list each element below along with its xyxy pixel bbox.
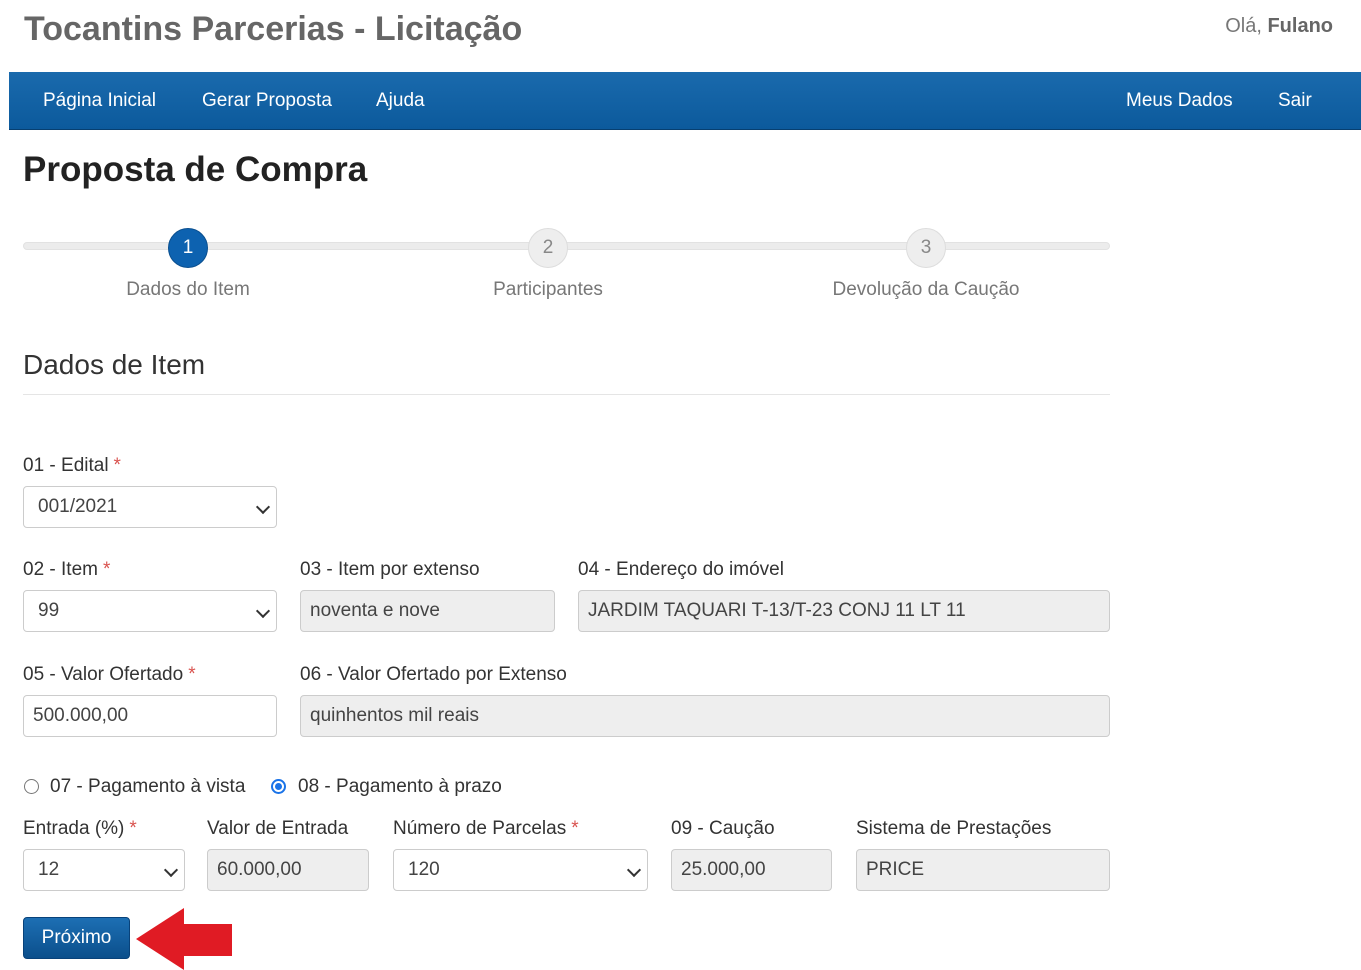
step-3-indicator: 3	[906, 228, 946, 268]
edital-label-text: 01 - Edital	[23, 455, 109, 476]
edital-label: 01 - Edital *	[23, 455, 121, 477]
nav-logout-link[interactable]: Sair	[1278, 90, 1312, 112]
nav-help-link[interactable]: Ajuda	[376, 90, 425, 112]
page-title: Proposta de Compra	[23, 150, 368, 189]
item-label: 02 - Item *	[23, 559, 110, 581]
valor-entrada-field: 60.000,00	[207, 849, 369, 891]
required-marker: *	[102, 559, 111, 580]
sistema-field: PRICE	[856, 849, 1110, 891]
step-2-label: Participantes	[493, 279, 603, 300]
item-extenso-field: noventa e nove	[300, 590, 555, 632]
nav-generate-proposal-link[interactable]: Gerar Proposta	[202, 90, 332, 112]
pagamento-vista-radio[interactable]	[24, 779, 39, 794]
caucao-label: 09 - Caução	[671, 818, 775, 839]
parcelas-label: Número de Parcelas *	[393, 818, 579, 840]
endereco-label: 04 - Endereço do imóvel	[578, 559, 784, 580]
valor-entrada-label: Valor de Entrada	[207, 818, 349, 839]
item-select[interactable]: 99	[23, 590, 277, 632]
step-1-label: Dados do Item	[126, 279, 250, 300]
nav-my-data-link[interactable]: Meus Dados	[1126, 90, 1233, 112]
required-marker: *	[113, 455, 121, 476]
pagamento-prazo-radio[interactable]	[271, 779, 286, 794]
item-label-text: 02 - Item	[23, 559, 98, 580]
step-3-label: Devolução da Caução	[832, 279, 1020, 300]
valor-ofertado-input[interactable]: 500.000,00	[23, 695, 277, 737]
item-extenso-label: 03 - Item por extenso	[300, 559, 480, 580]
valor-extenso-label: 06 - Valor Ofertado por Extenso	[300, 664, 567, 685]
section-title: Dados de Item	[23, 349, 206, 380]
chevron-down-icon	[163, 862, 179, 878]
sistema-label: Sistema de Prestações	[856, 818, 1052, 839]
greeting-text: Olá,	[1225, 15, 1262, 37]
required-marker: *	[129, 818, 137, 839]
red-arrow-annotation-icon	[136, 908, 232, 970]
parcelas-select[interactable]: 120	[393, 849, 648, 891]
item-selected-value: 99	[38, 600, 60, 621]
step-1-indicator: 1	[168, 228, 208, 268]
parcelas-selected-value: 120	[408, 859, 440, 880]
caucao-field: 25.000,00	[671, 849, 832, 891]
section-divider	[23, 394, 1110, 395]
chevron-down-icon	[255, 499, 271, 515]
next-button[interactable]: Próximo	[23, 917, 130, 959]
chevron-down-icon	[255, 603, 271, 619]
valor-ofertado-label-text: 05 - Valor Ofertado	[23, 664, 184, 685]
step-2-indicator: 2	[528, 228, 568, 268]
valor-extenso-field: quinhentos mil reais	[300, 695, 1110, 737]
user-name: Fulano	[1267, 15, 1333, 37]
entrada-selected-value: 12	[38, 859, 60, 880]
endereco-field: JARDIM TAQUARI T-13/T-23 CONJ 11 LT 11	[578, 590, 1110, 632]
chevron-down-icon	[626, 862, 642, 878]
edital-select[interactable]: 001/2021	[23, 486, 277, 528]
entrada-select[interactable]: 12	[23, 849, 185, 891]
valor-ofertado-label: 05 - Valor Ofertado *	[23, 664, 196, 686]
nav-home-link[interactable]: Página Inicial	[43, 90, 156, 112]
user-greeting: Olá, Fulano	[1225, 15, 1333, 38]
pagamento-prazo-label[interactable]: 08 - Pagamento à prazo	[298, 776, 502, 798]
parcelas-label-text: Número de Parcelas	[393, 818, 567, 839]
edital-selected-value: 001/2021	[38, 496, 118, 517]
entrada-label-text: Entrada (%)	[23, 818, 125, 839]
required-marker: *	[571, 818, 579, 839]
entrada-label: Entrada (%) *	[23, 818, 137, 840]
pagamento-vista-label[interactable]: 07 - Pagamento à vista	[50, 776, 245, 798]
main-navbar: Página Inicial Gerar Proposta Ajuda Meus…	[9, 72, 1361, 130]
app-title: Tocantins Parcerias - Licitação	[24, 10, 523, 48]
required-marker: *	[188, 664, 196, 685]
